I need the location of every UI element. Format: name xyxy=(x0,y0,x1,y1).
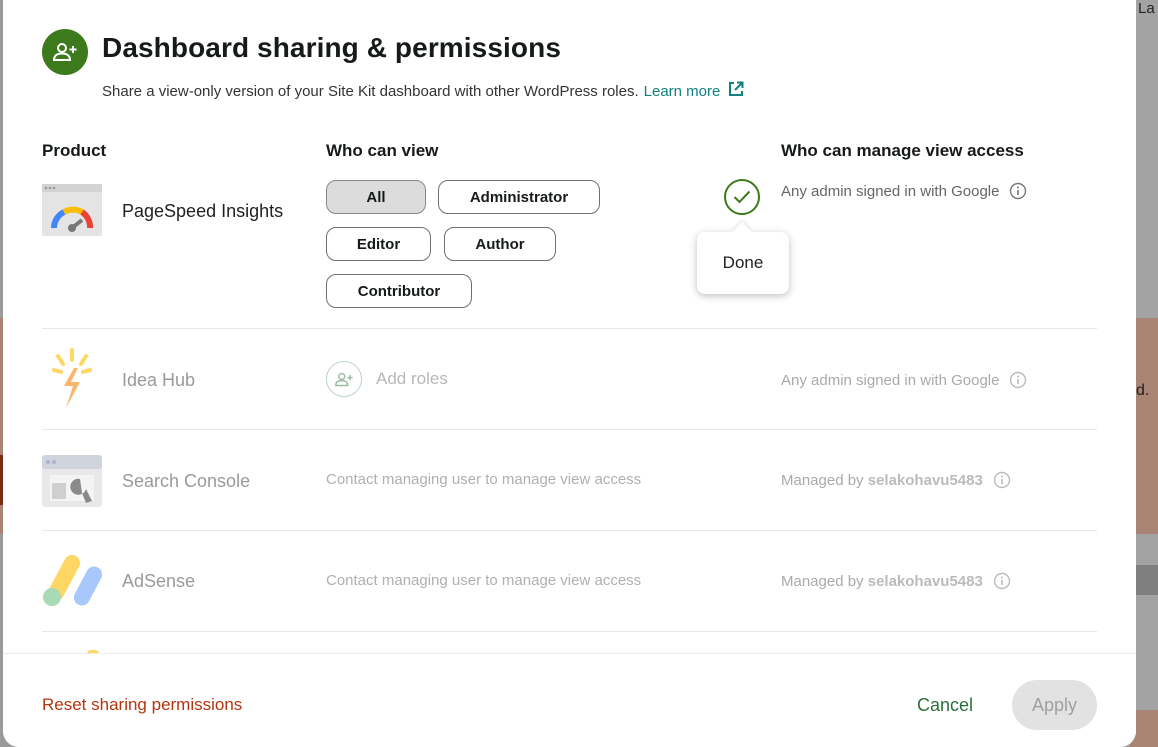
add-roles-button[interactable]: Add roles xyxy=(326,361,448,397)
role-chip-all[interactable]: All xyxy=(326,180,426,214)
subtitle-text: Share a view-only version of your Site K… xyxy=(102,82,639,100)
info-icon[interactable] xyxy=(1009,182,1027,200)
confirm-check-button[interactable] xyxy=(724,179,760,215)
add-person-icon xyxy=(42,29,88,75)
backdrop-text: La xyxy=(1138,0,1155,17)
product-name: Search Console xyxy=(122,471,251,491)
search-console-icon xyxy=(42,455,102,507)
managed-by-user: selakohavu5483 xyxy=(867,471,983,489)
row-divider xyxy=(42,429,1097,430)
managed-by-prefix: Managed by xyxy=(781,572,864,590)
backdrop-text: d. xyxy=(1136,382,1150,399)
cancel-button[interactable]: Cancel xyxy=(917,695,973,716)
learn-more-label: Learn more xyxy=(643,82,721,100)
product-name: PageSpeed Insights xyxy=(122,201,284,221)
done-tooltip: Done xyxy=(697,232,789,294)
column-header-who-can-manage: Who can manage view access xyxy=(781,141,1024,160)
dialog-title: Dashboard sharing & permissions xyxy=(102,32,561,63)
idea-hub-icon xyxy=(42,348,102,412)
info-icon[interactable] xyxy=(993,471,1011,489)
contact-managing-user-text: Contact managing user to manage view acc… xyxy=(326,471,642,488)
dialog-subtitle: Share a view-only version of your Site K… xyxy=(102,81,744,101)
managed-by-text: Managed by selakohavu5483 xyxy=(781,572,1011,590)
row-divider xyxy=(42,530,1097,531)
reset-sharing-permissions-link[interactable]: Reset sharing permissions xyxy=(42,695,242,715)
apply-button[interactable]: Apply xyxy=(1012,680,1097,730)
managed-by-text: Managed by selakohavu5483 xyxy=(781,471,1011,489)
adsense-icon xyxy=(42,553,103,609)
learn-more-link[interactable]: Learn more xyxy=(644,81,745,101)
info-icon[interactable] xyxy=(993,572,1011,590)
managed-by-user: selakohavu5483 xyxy=(867,572,983,590)
managed-by-prefix: Managed by xyxy=(781,471,864,489)
role-chip-editor[interactable]: Editor xyxy=(326,227,431,261)
info-icon[interactable] xyxy=(1009,371,1027,389)
add-roles-label: Add roles xyxy=(376,369,448,388)
pagespeed-gauge-icon xyxy=(42,184,102,236)
row-divider xyxy=(42,631,1097,632)
role-chip-author[interactable]: Author xyxy=(444,227,556,261)
manage-access-text: Any admin signed in with Google xyxy=(781,182,1027,200)
product-name: AdSense xyxy=(122,571,196,591)
role-chip-contributor[interactable]: Contributor xyxy=(326,274,472,308)
add-person-icon xyxy=(326,361,362,397)
dialog-footer: Reset sharing permissions Cancel Apply xyxy=(3,653,1136,747)
check-icon xyxy=(733,190,751,204)
product-name: Idea Hub xyxy=(122,370,196,390)
manage-access-label: Any admin signed in with Google xyxy=(781,371,1000,389)
external-link-icon xyxy=(728,81,744,101)
manage-access-label: Any admin signed in with Google xyxy=(781,182,1000,200)
contact-managing-user-text: Contact managing user to manage view acc… xyxy=(326,572,642,589)
manage-access-text: Any admin signed in with Google xyxy=(781,371,1027,389)
role-chip-administrator[interactable]: Administrator xyxy=(438,180,600,214)
column-header-product: Product xyxy=(42,141,107,160)
column-header-who-can-view: Who can view xyxy=(326,141,439,160)
row-divider xyxy=(42,328,1097,329)
sharing-dialog: Dashboard sharing & permissions Share a … xyxy=(3,0,1136,747)
